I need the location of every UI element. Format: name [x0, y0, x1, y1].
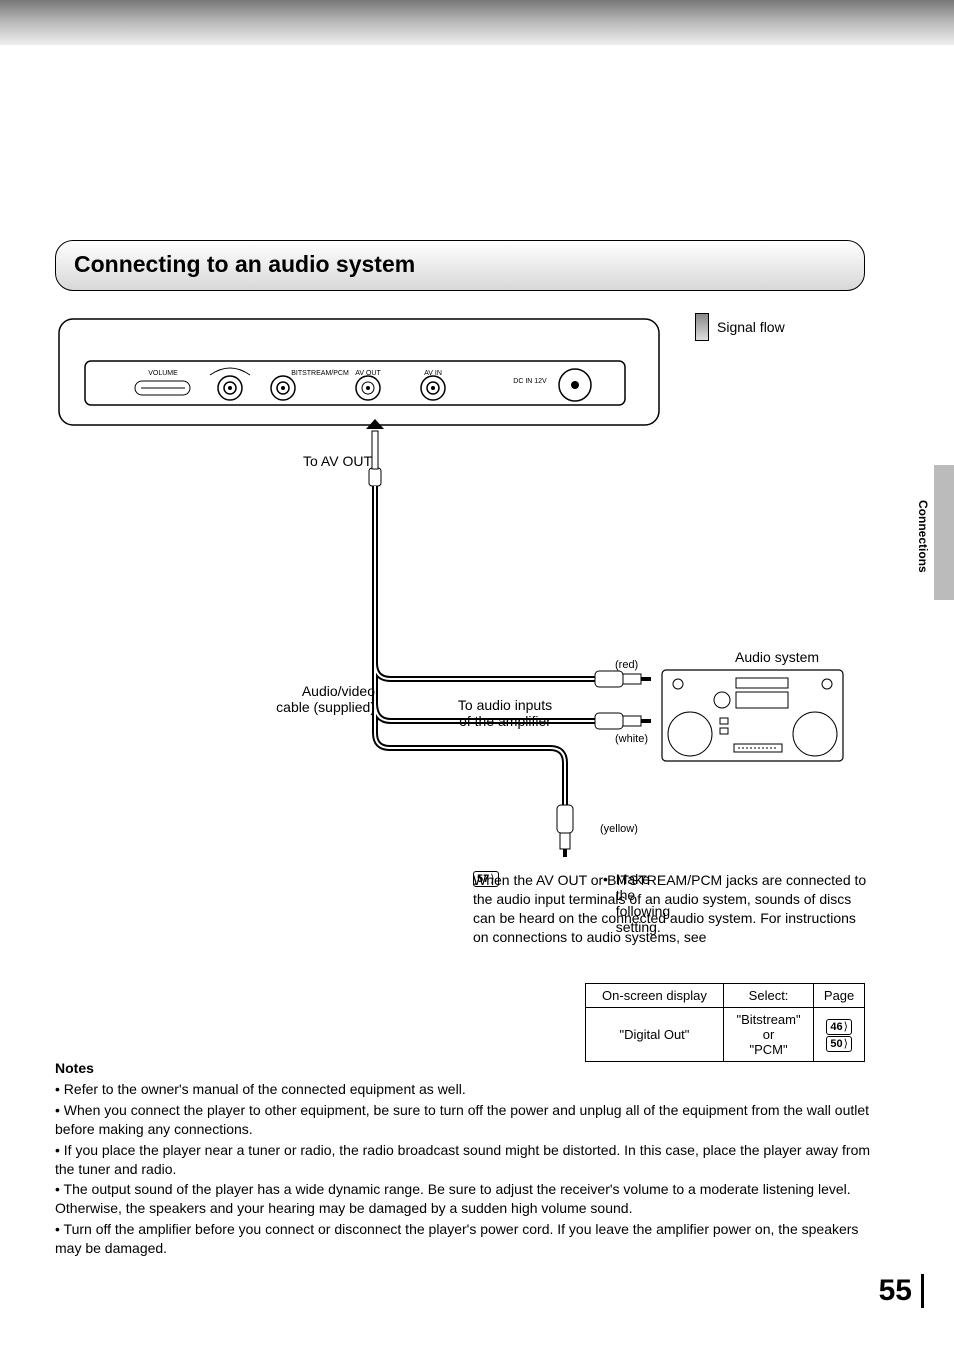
- av-cable-label: Audio/video cable (supplied): [270, 683, 375, 715]
- page-ref-46: 46: [826, 1019, 852, 1035]
- notes-list: Refer to the owner's manual of the conne…: [55, 1080, 885, 1258]
- settings-table: On-screen display Select: Page "Digital …: [585, 983, 865, 1062]
- page-number: 55: [879, 1274, 912, 1308]
- th-display: On-screen display: [586, 984, 724, 1008]
- section-tab-label: Connections: [916, 500, 930, 573]
- page-ref-50: 50: [826, 1036, 852, 1052]
- cable-path: [55, 303, 865, 953]
- section-tab: [934, 465, 954, 600]
- page-number-bar: [921, 1274, 924, 1308]
- note-item: If you place the player near a tuner or …: [55, 1141, 885, 1179]
- section-title-box: Connecting to an audio system: [55, 240, 865, 291]
- rca-plug-red: [595, 671, 651, 687]
- th-select: Select:: [723, 984, 813, 1008]
- td-bitstream-pcm: "Bitstream" or "PCM": [723, 1008, 813, 1062]
- note-item: Turn off the amplifier before you connec…: [55, 1220, 885, 1258]
- to-audio-inputs-label: To audio inputs of the amplifier: [440, 697, 570, 729]
- audio-system-label: Audio system: [735, 649, 819, 665]
- audio-system-illustration: [660, 668, 845, 763]
- yellow-label: (yellow): [600, 823, 638, 835]
- setting-instruction: Make the following setting.: [616, 871, 670, 935]
- td-digital-out: "Digital Out": [586, 1008, 724, 1062]
- section-title: Connecting to an audio system: [74, 251, 846, 278]
- paragraph-text: When the AV OUT or BITSTREAM/PCM jacks a…: [473, 871, 868, 947]
- note-item: When you connect the player to other equ…: [55, 1101, 885, 1139]
- notes-section: Notes Refer to the owner's manual of the…: [55, 1060, 885, 1260]
- notes-heading: Notes: [55, 1060, 885, 1076]
- td-pagerefs: 46 50: [814, 1008, 865, 1062]
- red-label: (red): [615, 659, 638, 671]
- note-item: The output sound of the player has a wid…: [55, 1180, 885, 1218]
- connection-diagram: Signal flow VOLUME BITSTREAM/PCM AV OUT …: [55, 303, 865, 953]
- top-gradient-band: [0, 0, 954, 45]
- th-page: Page: [814, 984, 865, 1008]
- rca-plug-white: [595, 713, 651, 729]
- white-label: (white): [615, 733, 648, 745]
- rca-plug-yellow: [557, 805, 573, 857]
- note-item: Refer to the owner's manual of the conne…: [55, 1080, 885, 1099]
- paragraph-end: .: [473, 871, 477, 890]
